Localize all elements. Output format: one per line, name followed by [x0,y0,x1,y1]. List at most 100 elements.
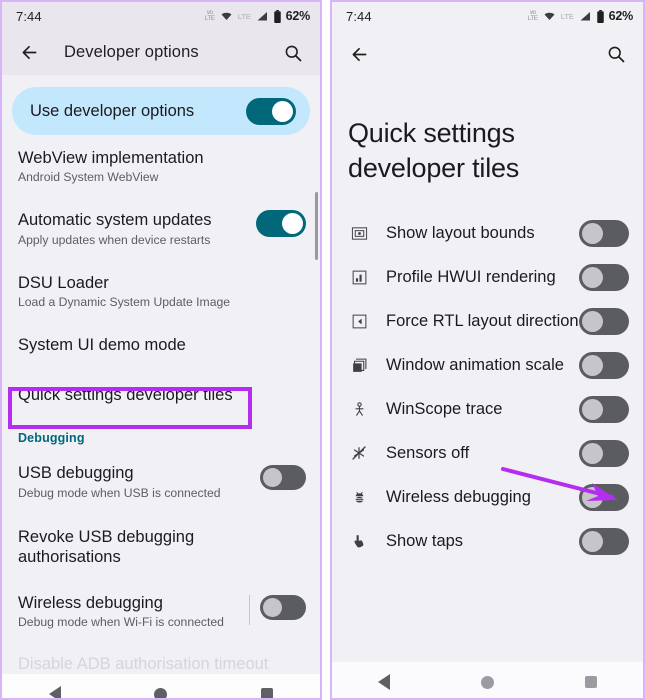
window-animation-scale-switch[interactable] [579,351,629,379]
profile-hwui-rendering-switch[interactable] [579,263,629,291]
use-developer-options-switch[interactable] [246,97,296,125]
nav-home-icon[interactable] [480,675,494,689]
nav-back-icon[interactable] [48,686,61,698]
hwui-profile-icon [348,269,370,286]
tiles-list: Quick settings developer tiles Show layo… [332,78,643,698]
list-item-wireless-debugging[interactable]: Wireless debugging Debug mode when Wi-Fi… [2,579,320,642]
tile-label: WinScope trace [386,399,503,418]
tile-label: Show layout bounds [386,223,535,242]
list-item-subtitle: Debug mode when Wi-Fi is connected [18,615,224,630]
lte-icon: LTE [560,11,574,21]
page-title: Developer options [64,43,199,61]
list-item-dsu-loader[interactable]: DSU Loader Load a Dynamic System Update … [2,260,320,322]
layout-bounds-icon [348,225,370,242]
screenshot-stage: 7:44 vo LTE LTE 62% Developer options Us… [0,0,645,700]
tile-label: Window animation scale [386,355,564,374]
lte-icon: LTE [237,11,251,21]
use-developer-options-row[interactable]: Use developer options [12,87,310,135]
settings-list-left: Use developer options WebView implementa… [2,87,320,698]
list-item-revoke-usb-debugging[interactable]: Revoke USB debugging authorisations [2,513,320,579]
battery-icon [596,9,604,23]
list-item-title: DSU Loader [18,273,109,292]
list-item-title: USB debugging [18,464,134,483]
list-item-subtitle: Android System WebView [18,170,159,185]
back-arrow-icon[interactable] [344,39,374,69]
tile-row-show-taps[interactable]: Show taps [332,519,643,563]
nav-recents-icon[interactable] [261,688,274,698]
show-taps-icon [348,532,370,550]
tile-row-winscope-trace[interactable]: WinScope trace [332,387,643,431]
list-item-quick-settings-developer-tiles[interactable]: Quick settings developer tiles [2,369,320,421]
winscope-trace-icon [348,401,370,418]
tile-row-force-rtl-layout-direction[interactable]: Force RTL layout direction [332,299,643,343]
list-item-subtitle: Apply updates when device restarts [18,232,211,247]
use-developer-options-label: Use developer options [30,101,195,120]
force-rtl-layout-direction-switch[interactable] [579,307,629,335]
search-icon[interactable] [601,39,631,69]
list-item-title: WebView implementation [18,149,204,167]
status-bar-clock: 7:44 [346,8,372,24]
signal-icon [580,12,590,21]
app-bar-left: Developer options [2,30,320,75]
tile-label: Profile HWUI rendering [386,267,556,286]
battery-percent: 62% [608,9,634,23]
status-bar-left: 7:44 vo LTE LTE 62% [2,2,320,30]
status-bar-clock: 7:44 [16,8,42,24]
volte-icon: vo LTE [204,10,215,22]
automatic-system-updates-switch[interactable] [256,210,306,238]
switch-divider [249,595,250,625]
list-item-automatic-system-updates[interactable]: Automatic system updates Apply updates w… [2,197,320,259]
page-title: Quick settings developer tiles [348,118,520,183]
wifi-icon [544,12,555,20]
list-item-title: Automatic system updates [18,211,212,230]
tile-row-sensors-off[interactable]: Sensors off [332,431,643,475]
nav-recents-icon[interactable] [585,676,598,688]
rtl-direction-icon [348,313,370,330]
navigation-bar-left [2,674,320,698]
show-taps-switch[interactable] [579,527,629,555]
phone-screen-quick-settings-tiles: 7:44 vo LTE LTE 62% Quick settings develo… [330,0,645,700]
list-item-title: Revoke USB debugging authorisations [18,527,195,566]
sensors-off-switch[interactable] [579,439,629,467]
list-item-title: Quick settings developer tiles [18,386,233,405]
list-item-system-ui-demo-mode[interactable]: System UI demo mode [2,322,320,369]
tile-label: Force RTL layout direction [386,311,579,330]
list-item-usb-debugging[interactable]: USB debugging Debug mode when USB is con… [2,447,320,512]
usb-debugging-switch[interactable] [260,465,306,491]
tile-row-wireless-debugging[interactable]: Wireless debugging [332,475,643,519]
nav-home-icon[interactable] [154,687,168,698]
winscope-trace-switch[interactable] [579,395,629,423]
android-bug-icon [348,489,370,506]
tile-label: Show taps [386,531,464,550]
battery-percent: 62% [285,9,311,23]
window-stack-icon [348,357,370,374]
list-item-subtitle: Load a Dynamic System Update Image [18,294,231,309]
sensors-off-icon [348,444,370,462]
tile-label: Sensors off [386,443,470,462]
tile-row-show-layout-bounds[interactable]: Show layout bounds [332,211,643,255]
back-arrow-icon[interactable] [14,38,44,68]
signal-icon [257,12,267,21]
list-item-title: Disable ADB authorisation timeout [18,655,269,674]
nav-back-icon[interactable] [377,674,390,690]
status-bar-icons: vo LTE LTE 62% [205,9,310,23]
navigation-bar-right [332,662,643,698]
tile-row-profile-hwui-rendering[interactable]: Profile HWUI rendering [332,255,643,299]
wireless-debugging-switch[interactable] [579,483,629,511]
volte-icon: vo LTE [527,10,538,22]
list-item-subtitle: Debug mode when USB is connected [18,485,221,500]
scrollbar-thumb[interactable] [315,192,318,260]
tile-label: Wireless debugging [386,487,531,506]
list-item-title: System UI demo mode [18,336,186,355]
app-bar-right [332,30,643,78]
section-header-debugging: Debugging [18,431,85,446]
tile-row-window-animation-scale[interactable]: Window animation scale [332,343,643,387]
list-item-webview-implementation[interactable]: WebView implementation Android System We… [2,135,320,197]
search-icon[interactable] [278,38,308,68]
wifi-icon [221,12,232,20]
list-item-title: Wireless debugging [18,594,163,612]
wireless-debugging-switch[interactable] [260,595,306,620]
battery-icon [273,9,281,23]
show-layout-bounds-switch[interactable] [579,219,629,247]
status-bar-icons: vo LTE LTE 62% [528,9,633,23]
